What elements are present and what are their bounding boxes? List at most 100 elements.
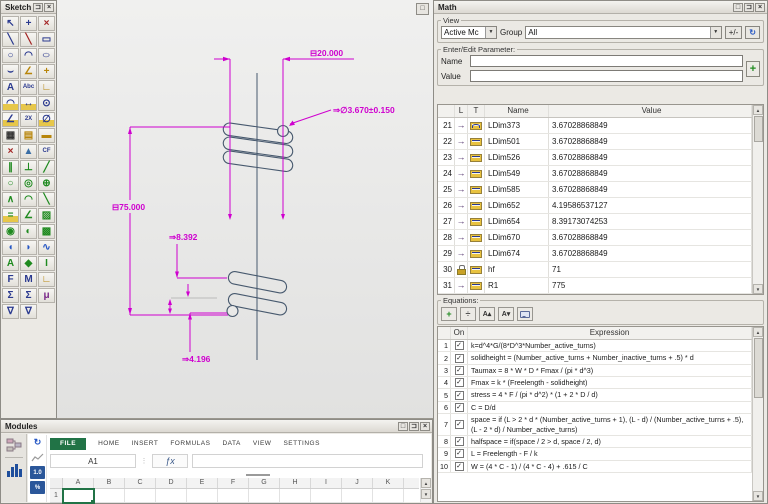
- parameter-row[interactable]: 30 hf 71: [438, 262, 752, 278]
- tab-formulas[interactable]: FORMULAS: [170, 440, 210, 447]
- cell-a1[interactable]: [62, 488, 95, 504]
- equation-row[interactable]: 1 ✓ k=d^4*G/(8*D^3*Number_active_turns): [438, 340, 752, 353]
- parameter-row[interactable]: 31 → R1 775: [438, 278, 752, 294]
- tool-coordinate-system[interactable]: ∟: [38, 272, 55, 287]
- tool-circle-dimension[interactable]: ⊙: [38, 96, 55, 111]
- scrollbar-thumb[interactable]: [753, 338, 763, 398]
- tool-trim[interactable]: ×: [38, 16, 55, 31]
- tool-half-point[interactable]: ◐: [20, 224, 37, 239]
- width-dimension-label[interactable]: ⊟20.000: [310, 48, 343, 58]
- pitch-dimension-label[interactable]: ⇒8.392: [169, 232, 198, 242]
- sheet-scrollbar[interactable]: ▲ ▼: [420, 478, 431, 502]
- dock-icon[interactable]: ⊐: [744, 2, 754, 12]
- column-header-c[interactable]: C: [125, 478, 156, 488]
- equation-row[interactable]: 5 ✓ stress = 4 * F / (pi * d^2) * (1 + 2 *…: [438, 389, 752, 402]
- parameter-value[interactable]: 775: [549, 278, 752, 293]
- parameter-value[interactable]: 3.67028868849: [549, 230, 752, 245]
- column-header-e[interactable]: E: [187, 478, 218, 488]
- dock-icon[interactable]: ⊐: [409, 421, 419, 431]
- tab-insert[interactable]: INSERT: [132, 440, 159, 447]
- maximize-icon[interactable]: □: [733, 2, 743, 12]
- half-pitch-dimension-label[interactable]: ⇒4.196: [182, 354, 211, 364]
- tool-line[interactable]: ╲: [2, 32, 19, 47]
- tool-point-snap[interactable]: +: [20, 16, 37, 31]
- tool-slope-constraint[interactable]: ╲: [38, 192, 55, 207]
- scroll-up-icon[interactable]: ▲: [753, 327, 763, 337]
- cell-k1[interactable]: [373, 489, 404, 503]
- parameter-row[interactable]: 28 → LDim670 3.67028868849: [438, 230, 752, 246]
- tool-select[interactable]: ↖: [2, 16, 19, 31]
- tool-force-load[interactable]: F: [2, 272, 19, 287]
- column-header-g[interactable]: G: [249, 478, 280, 488]
- checkbox-checked-icon[interactable]: ✓: [454, 390, 464, 400]
- tool-cf-toggle[interactable]: CF: [38, 144, 55, 159]
- tool-construction-point[interactable]: +: [38, 64, 55, 79]
- equation-row[interactable]: 6 ✓ C = D/d: [438, 401, 752, 415]
- header-expression[interactable]: Expression: [468, 327, 752, 339]
- parameter-value[interactable]: 3.67028868849: [549, 246, 752, 261]
- parameter-row[interactable]: 26 → LDim652 4.19586537127: [438, 198, 752, 214]
- equation-row[interactable]: 9 ✓ L = Freelength - F / k: [438, 448, 752, 461]
- cell-e1[interactable]: [187, 489, 218, 503]
- tab-home[interactable]: HOME: [98, 440, 120, 447]
- close-icon[interactable]: ×: [44, 2, 54, 12]
- column-header-b[interactable]: B: [94, 478, 125, 488]
- cell-h1[interactable]: [280, 489, 311, 503]
- tool-line-two-point[interactable]: ╲: [20, 32, 37, 47]
- parameter-row[interactable]: 25 → LDim585 3.67028868849: [438, 182, 752, 198]
- tool-moment-load[interactable]: M: [20, 272, 37, 287]
- tool-sum-xy[interactable]: Σ: [2, 288, 19, 303]
- tool-coincident-constraint[interactable]: ⊕: [38, 176, 55, 191]
- equation-row[interactable]: 10 ✓ W = (4 * C - 1) / (4 * C - 4) + .615 …: [438, 460, 752, 473]
- parameter-table-scrollbar[interactable]: ▲ ▼: [752, 105, 763, 294]
- number-format-icon[interactable]: 1.0: [30, 466, 45, 479]
- scroll-up-icon[interactable]: ▲: [753, 105, 763, 115]
- tool-circle[interactable]: ○: [2, 48, 19, 63]
- scrollbar-thumb[interactable]: [753, 116, 763, 142]
- refresh-icon[interactable]: ↻: [30, 436, 45, 449]
- parameter-row[interactable]: 27 → LDim654 8.39173074253: [438, 214, 752, 230]
- tool-mirror[interactable]: ▲: [20, 144, 37, 159]
- cell-f1[interactable]: [218, 489, 249, 503]
- equation-row[interactable]: 8 ✓ halfspace = if(space / 2 > d, space / …: [438, 435, 752, 449]
- tool-delete-constraint[interactable]: ×: [2, 144, 19, 159]
- checkbox-checked-icon[interactable]: ✓: [454, 420, 464, 430]
- add-parameter-button[interactable]: +: [746, 60, 760, 77]
- tool-dimension-table[interactable]: ▤: [20, 128, 37, 143]
- tool-fix-constraint[interactable]: ▨: [38, 208, 55, 223]
- tool-sum-n[interactable]: Σ: [20, 288, 37, 303]
- comment-button[interactable]: [517, 307, 533, 321]
- tab-file[interactable]: FILE: [50, 437, 87, 450]
- cell-i1[interactable]: [311, 489, 342, 503]
- tool-arc[interactable]: ◠: [20, 48, 37, 63]
- add-equation-button[interactable]: +: [441, 307, 457, 321]
- parameter-row[interactable]: 29 → LDim674 3.67028868849: [438, 246, 752, 262]
- tool-ruler[interactable]: ▬: [38, 128, 55, 143]
- scroll-down-icon[interactable]: ▼: [753, 284, 763, 294]
- parameter-name-input[interactable]: [470, 55, 743, 67]
- parameter-value[interactable]: 71: [549, 262, 752, 277]
- tab-view[interactable]: VIEW: [253, 440, 272, 447]
- tool-fillet[interactable]: ⌣: [2, 64, 19, 79]
- checkbox-checked-icon[interactable]: ✓: [454, 402, 464, 412]
- tool-inertia-property[interactable]: I: [38, 256, 55, 271]
- tool-region-fill-right[interactable]: ◗: [20, 240, 37, 255]
- tool-tangent-circle-constraint[interactable]: ○: [2, 176, 19, 191]
- parameter-value-input[interactable]: [470, 70, 743, 82]
- header-value[interactable]: Value: [549, 105, 752, 117]
- percent-format-icon[interactable]: %: [30, 481, 45, 494]
- equation-row[interactable]: 4 ✓ Fmax = k * (Freelength - solidheight): [438, 377, 752, 390]
- parameter-value[interactable]: 8.39173074253: [549, 214, 752, 229]
- math-titlebar[interactable]: Math □ ⊐ ×: [434, 1, 767, 14]
- header-l[interactable]: L: [455, 105, 468, 117]
- tool-area-property[interactable]: A: [2, 256, 19, 271]
- tool-equal-dimension[interactable]: =: [2, 208, 19, 223]
- flowchart-module-icon[interactable]: [6, 438, 22, 452]
- group-dropdown[interactable]: All ▼: [525, 26, 722, 39]
- tool-tangent-constraint[interactable]: ╱: [38, 160, 55, 175]
- tool-angle-constraint[interactable]: ∠: [20, 208, 37, 223]
- tool-filled-point[interactable]: ◉: [2, 224, 19, 239]
- tab-settings[interactable]: SETTINGS: [283, 440, 320, 447]
- parameter-value[interactable]: 3.67028868849: [549, 134, 752, 149]
- tool-friction-mu[interactable]: μ: [38, 288, 55, 303]
